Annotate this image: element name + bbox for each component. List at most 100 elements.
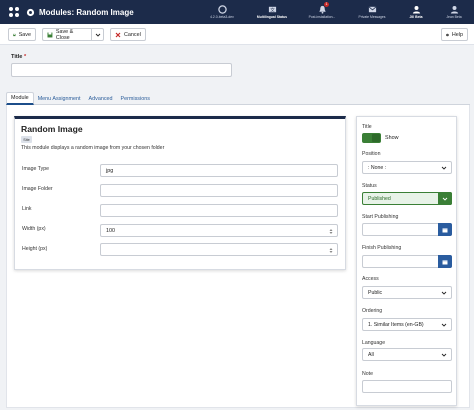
status-value: Published <box>368 195 391 202</box>
cube-icon <box>26 8 35 16</box>
link-input[interactable] <box>100 204 338 217</box>
calendar-icon <box>442 259 448 264</box>
save-button[interactable]: Save <box>8 28 36 41</box>
image-folder-label: Image Folder <box>22 186 53 192</box>
note-label: Note <box>362 371 373 377</box>
height-input[interactable] <box>100 243 338 256</box>
position-select[interactable]: : None : <box>362 161 452 174</box>
tab-menu-assignment[interactable]: Menu Assignment <box>34 92 85 105</box>
finish-publishing-label: Finish Publishing <box>362 245 402 251</box>
status-dropdown-button[interactable] <box>438 192 452 205</box>
chevron-down-icon <box>442 197 448 201</box>
save-label: Save <box>18 31 31 38</box>
title-field-label: Title * <box>11 54 26 60</box>
save-close-label: Save & Close <box>55 28 74 41</box>
save-options-dropdown[interactable] <box>91 28 104 41</box>
image-type-input[interactable]: jpg <box>100 164 338 177</box>
sidebar-title-label: Title <box>362 124 372 130</box>
module-title: Random Image <box>21 124 83 134</box>
close-icon <box>115 32 121 37</box>
joomla-icon <box>217 5 227 14</box>
width-label: Width (px) <box>22 226 46 232</box>
toggle-knob <box>372 134 380 142</box>
private-messages-label: Private Messages <box>358 14 386 19</box>
private-messages-button[interactable]: Private Messages <box>350 1 394 23</box>
module-description: This module displays a random image from… <box>21 145 165 151</box>
user-account-button[interactable]: Jean Beta <box>438 1 470 23</box>
show-title-toggle[interactable] <box>362 133 381 143</box>
tab-advanced[interactable]: Advanced <box>85 92 117 105</box>
save-close-button[interactable]: Save & Close <box>42 28 92 41</box>
user-icon <box>450 5 458 14</box>
post-installation-label: Post-installation... <box>308 14 336 19</box>
link-label: Link <box>22 206 32 212</box>
ordering-value: 1. Similar Items (en-GB) <box>368 321 424 328</box>
access-label: Access <box>362 276 379 282</box>
svg-text:?: ? <box>447 34 448 36</box>
site-badge: Site <box>21 136 32 143</box>
language-icon: 文 <box>268 6 276 13</box>
position-value: : None : <box>368 164 387 171</box>
tab-module[interactable]: Module <box>6 92 34 105</box>
ordering-label: Ordering <box>362 308 383 314</box>
page-title-text: Modules: Random Image <box>39 7 134 17</box>
image-folder-input[interactable] <box>100 184 338 197</box>
tab-permissions[interactable]: Permissions <box>117 92 154 105</box>
position-label: Position <box>362 151 381 157</box>
save-icon <box>13 33 16 36</box>
multilingual-status-button[interactable]: 文 Multilingual Status <box>250 1 294 23</box>
image-type-label: Image Type <box>22 166 50 172</box>
width-input[interactable]: 100 <box>100 224 338 237</box>
note-input[interactable] <box>362 380 452 393</box>
version-button[interactable]: 4.2.0-beta3-dev <box>200 1 244 23</box>
start-publishing-label: Start Publishing <box>362 214 399 220</box>
header-tools: 4.2.0-beta3-dev 文 Multilingual Status 1 … <box>200 1 470 23</box>
cancel-button[interactable]: Cancel <box>110 28 146 41</box>
calendar-icon <box>442 227 448 232</box>
help-icon: ? <box>446 33 449 36</box>
help-button[interactable]: ? Help <box>441 28 468 41</box>
image-type-value: jpg <box>106 167 114 174</box>
module-tabs: Module Menu Assignment Advanced Permissi… <box>6 92 470 105</box>
status-select[interactable]: Published <box>362 192 452 205</box>
user-menu-button[interactable]: Jill Beta <box>400 1 432 23</box>
page-title: Modules: Random Image <box>26 4 134 20</box>
save-icon <box>47 32 53 37</box>
joomla-logo-icon[interactable] <box>8 6 20 18</box>
help-label: Help <box>451 31 463 38</box>
start-publishing-input[interactable] <box>362 223 452 236</box>
number-spinner-icon[interactable] <box>329 247 333 254</box>
notification-badge: 1 <box>324 1 329 7</box>
chevron-down-icon <box>441 353 447 357</box>
title-label-text: Title <box>11 54 23 60</box>
finish-calendar-button[interactable] <box>438 255 452 268</box>
chevron-down-icon <box>441 323 447 327</box>
language-label: Language <box>362 340 386 346</box>
multilingual-label: Multilingual Status <box>256 14 288 19</box>
cancel-label: Cancel <box>124 31 141 38</box>
title-input[interactable] <box>11 63 232 77</box>
status-label: Status <box>362 183 377 189</box>
number-spinner-icon[interactable] <box>329 228 333 235</box>
language-value: All <box>368 351 374 358</box>
user-account-label: Jean Beta <box>446 14 462 19</box>
chevron-down-icon <box>441 291 447 295</box>
height-label: Height (px) <box>22 246 48 252</box>
width-value: 100 <box>106 227 115 234</box>
language-select[interactable]: All <box>362 348 452 361</box>
chevron-down-icon <box>95 33 100 37</box>
required-mark: * <box>23 54 27 60</box>
start-calendar-button[interactable] <box>438 223 452 236</box>
access-select[interactable]: Public <box>362 286 452 299</box>
user-icon <box>412 5 420 14</box>
post-installation-button[interactable]: 1 Post-installation... <box>300 1 344 23</box>
finish-publishing-input[interactable] <box>362 255 452 268</box>
version-label: 4.2.0-beta3-dev <box>210 14 234 19</box>
user-menu-label: Jill Beta <box>409 14 423 19</box>
svg-text:文: 文 <box>270 6 275 13</box>
access-value: Public <box>368 289 383 296</box>
action-toolbar: Save Save & Close Cancel ? Help <box>0 24 474 45</box>
ordering-select[interactable]: 1. Similar Items (en-GB) <box>362 318 452 331</box>
top-header: Modules: Random Image 4.2.0-beta3-dev 文 … <box>0 0 474 24</box>
envelope-icon <box>368 6 376 12</box>
